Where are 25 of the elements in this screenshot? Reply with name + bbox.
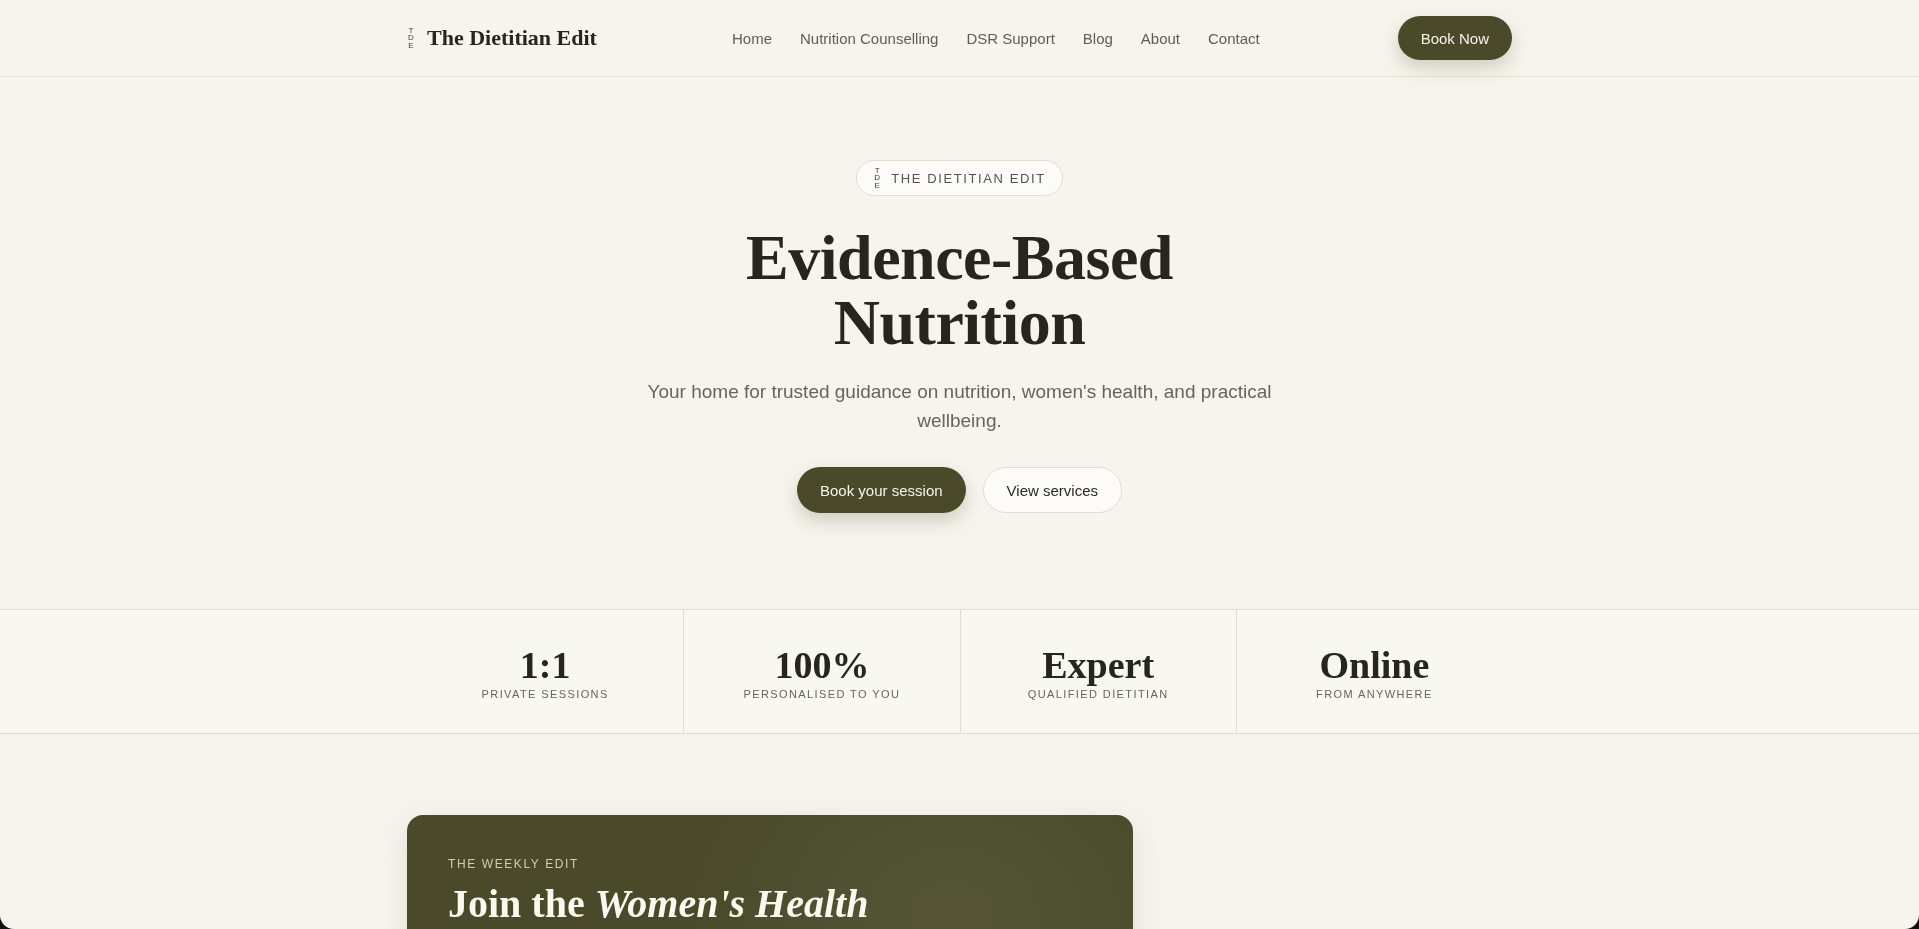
stat-label: PRIVATE SESSIONS: [481, 687, 609, 700]
nav-link[interactable]: Nutrition Counselling: [800, 29, 939, 47]
book-session-button[interactable]: Book your session: [797, 467, 966, 513]
stat-label: QUALIFIED DIETITIAN: [1027, 687, 1169, 700]
book-now-button[interactable]: Book Now: [1397, 16, 1512, 60]
newsletter-title: Join the Women's Health: [448, 880, 869, 928]
stat-value: Expert: [1042, 643, 1155, 686]
newsletter-eyebrow: THE WEEKLY EDIT: [448, 856, 579, 872]
stat-value: 100%: [774, 643, 870, 686]
stat-value: 1:1: [519, 643, 571, 686]
nav-link[interactable]: DSR Support: [966, 29, 1055, 47]
logo-mark: TDE: [407, 26, 415, 50]
view-services-button[interactable]: View services: [982, 467, 1122, 513]
nav-link[interactable]: Home: [732, 29, 772, 47]
stat-label: PERSONALISED TO YOU: [743, 687, 901, 700]
stat-value: Online: [1319, 643, 1430, 686]
logo-text[interactable]: The Dietitian Edit: [427, 25, 597, 51]
hero-title: Evidence-Based Nutrition: [745, 225, 1174, 355]
nav-link[interactable]: About: [1140, 29, 1181, 47]
nav-link[interactable]: Contact: [1208, 29, 1260, 47]
badge-label: THE DIETITIAN EDIT: [891, 170, 1046, 186]
badge-mark: TDE: [873, 166, 882, 190]
nav-link[interactable]: Blog: [1082, 29, 1113, 47]
hero-subtitle: Your home for trusted guidance on nutrition, women's health, and practical wellbeing.: [646, 380, 1273, 433]
stat-label: FROM ANYWHERE: [1316, 687, 1433, 700]
